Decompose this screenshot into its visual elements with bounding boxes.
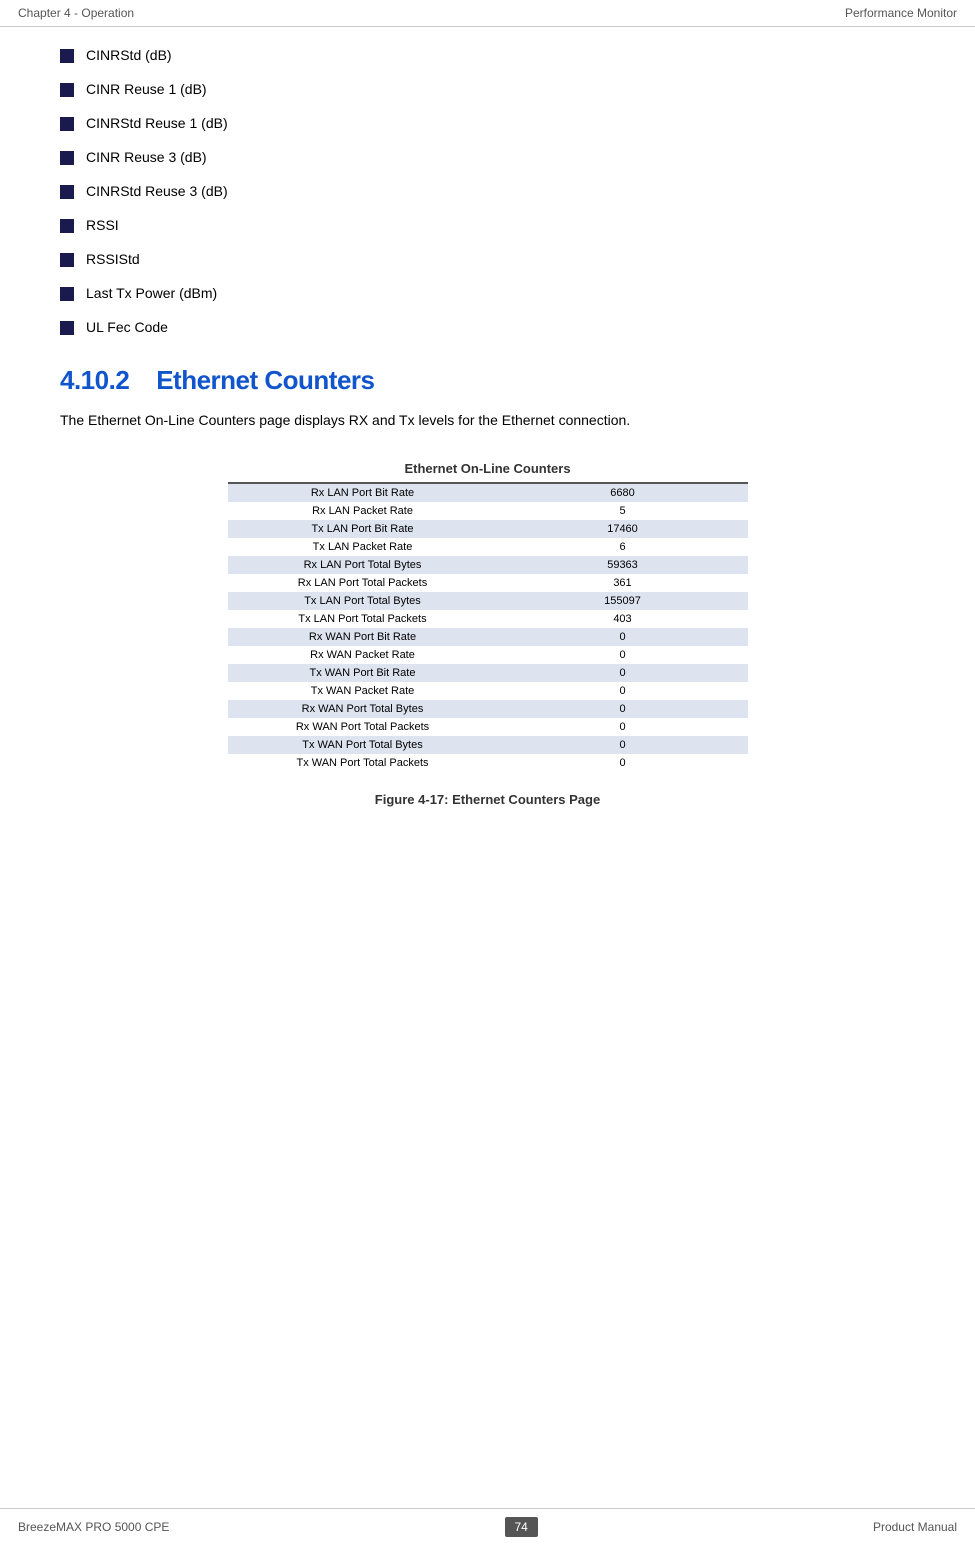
page-header: Chapter 4 - Operation Performance Monito…	[0, 0, 975, 27]
bullet-item: RSSI	[60, 217, 915, 233]
table-row: Tx WAN Port Total Packets0	[228, 754, 748, 772]
table-cell-value: 0	[498, 700, 748, 718]
bullet-item: CINRStd Reuse 3 (dB)	[60, 183, 915, 199]
table-cell-label: Rx WAN Port Bit Rate	[228, 628, 498, 646]
table-row: Rx WAN Packet Rate0	[228, 646, 748, 664]
table-cell-value: 0	[498, 682, 748, 700]
footer-right: Product Manual	[873, 1520, 957, 1534]
table-cell-value: 5	[498, 502, 748, 520]
table-row: Rx WAN Port Total Bytes0	[228, 700, 748, 718]
section-number: 4.10.2	[60, 365, 129, 395]
bullet-square-icon	[60, 49, 74, 63]
section-heading: 4.10.2 Ethernet Counters	[60, 365, 915, 396]
table-row: Rx WAN Port Total Packets0	[228, 718, 748, 736]
bullet-text: CINRStd Reuse 3 (dB)	[86, 183, 228, 199]
footer-left: BreezeMAX PRO 5000 CPE	[18, 1520, 169, 1534]
table-cell-label: Tx LAN Port Bit Rate	[228, 520, 498, 538]
section-description: The Ethernet On-Line Counters page displ…	[60, 410, 915, 431]
table-cell-value: 361	[498, 574, 748, 592]
table-cell-label: Tx LAN Port Total Packets	[228, 610, 498, 628]
table-cell-value: 59363	[498, 556, 748, 574]
table-cell-label: Rx LAN Port Bit Rate	[228, 483, 498, 502]
bullet-square-icon	[60, 185, 74, 199]
bullet-item: CINR Reuse 3 (dB)	[60, 149, 915, 165]
table-cell-label: Rx WAN Port Total Bytes	[228, 700, 498, 718]
bullet-text: RSSIStd	[86, 251, 140, 267]
bullet-text: CINRStd (dB)	[86, 47, 172, 63]
bullet-square-icon	[60, 219, 74, 233]
bullet-text: CINR Reuse 3 (dB)	[86, 149, 207, 165]
header-left: Chapter 4 - Operation	[18, 6, 134, 20]
table-cell-label: Rx LAN Port Total Packets	[228, 574, 498, 592]
bullet-square-icon	[60, 321, 74, 335]
bullet-text: CINRStd Reuse 1 (dB)	[86, 115, 228, 131]
table-cell-label: Tx WAN Port Bit Rate	[228, 664, 498, 682]
table-cell-value: 17460	[498, 520, 748, 538]
table-cell-value: 0	[498, 628, 748, 646]
table-cell-value: 6	[498, 538, 748, 556]
figure-caption: Figure 4-17: Ethernet Counters Page	[60, 792, 915, 807]
table-cell-label: Tx WAN Port Total Packets	[228, 754, 498, 772]
table-cell-label: Rx LAN Port Total Bytes	[228, 556, 498, 574]
bullet-square-icon	[60, 287, 74, 301]
table-cell-value: 155097	[498, 592, 748, 610]
bullet-item: RSSIStd	[60, 251, 915, 267]
bullet-item: CINRStd (dB)	[60, 47, 915, 63]
section-title: Ethernet Counters	[156, 365, 374, 395]
header-right: Performance Monitor	[845, 6, 957, 20]
table-row: Tx LAN Port Bit Rate17460	[228, 520, 748, 538]
bullet-list: CINRStd (dB) CINR Reuse 1 (dB) CINRStd Reu…	[60, 47, 915, 335]
main-content: CINRStd (dB) CINR Reuse 1 (dB) CINRStd Reu…	[0, 27, 975, 917]
table-title: Ethernet On-Line Counters	[404, 461, 570, 476]
table-cell-label: Rx WAN Packet Rate	[228, 646, 498, 664]
table-cell-label: Tx WAN Packet Rate	[228, 682, 498, 700]
bullet-item: CINRStd Reuse 1 (dB)	[60, 115, 915, 131]
bullet-item: Last Tx Power (dBm)	[60, 285, 915, 301]
table-row: Rx LAN Port Bit Rate6680	[228, 483, 748, 502]
page-footer: BreezeMAX PRO 5000 CPE 74 Product Manual	[0, 1508, 975, 1545]
table-row: Tx WAN Port Total Bytes0	[228, 736, 748, 754]
table-cell-label: Tx WAN Port Total Bytes	[228, 736, 498, 754]
table-row: Tx WAN Port Bit Rate0	[228, 664, 748, 682]
table-cell-value: 6680	[498, 483, 748, 502]
table-container: Ethernet On-Line Counters Rx LAN Port Bi…	[60, 461, 915, 772]
table-row: Tx LAN Port Total Packets403	[228, 610, 748, 628]
table-cell-value: 0	[498, 646, 748, 664]
table-cell-value: 0	[498, 718, 748, 736]
bullet-text: RSSI	[86, 217, 119, 233]
bullet-item: UL Fec Code	[60, 319, 915, 335]
table-row: Tx LAN Port Total Bytes155097	[228, 592, 748, 610]
bullet-square-icon	[60, 83, 74, 97]
bullet-text: CINR Reuse 1 (dB)	[86, 81, 207, 97]
table-row: Rx LAN Packet Rate5	[228, 502, 748, 520]
bullet-item: CINR Reuse 1 (dB)	[60, 81, 915, 97]
bullet-text: Last Tx Power (dBm)	[86, 285, 217, 301]
bullet-square-icon	[60, 253, 74, 267]
bullet-square-icon	[60, 117, 74, 131]
table-cell-label: Tx LAN Packet Rate	[228, 538, 498, 556]
table-row: Tx WAN Packet Rate0	[228, 682, 748, 700]
table-cell-label: Rx WAN Port Total Packets	[228, 718, 498, 736]
table-row: Rx LAN Port Total Packets361	[228, 574, 748, 592]
table-row: Rx WAN Port Bit Rate0	[228, 628, 748, 646]
bullet-square-icon	[60, 151, 74, 165]
footer-page: 74	[505, 1517, 538, 1537]
ethernet-counters-table: Rx LAN Port Bit Rate6680Rx LAN Packet Ra…	[228, 482, 748, 772]
table-cell-label: Rx LAN Packet Rate	[228, 502, 498, 520]
table-cell-label: Tx LAN Port Total Bytes	[228, 592, 498, 610]
bullet-text: UL Fec Code	[86, 319, 168, 335]
table-cell-value: 0	[498, 754, 748, 772]
table-cell-value: 0	[498, 664, 748, 682]
table-cell-value: 403	[498, 610, 748, 628]
table-cell-value: 0	[498, 736, 748, 754]
table-row: Rx LAN Port Total Bytes59363	[228, 556, 748, 574]
table-row: Tx LAN Packet Rate6	[228, 538, 748, 556]
